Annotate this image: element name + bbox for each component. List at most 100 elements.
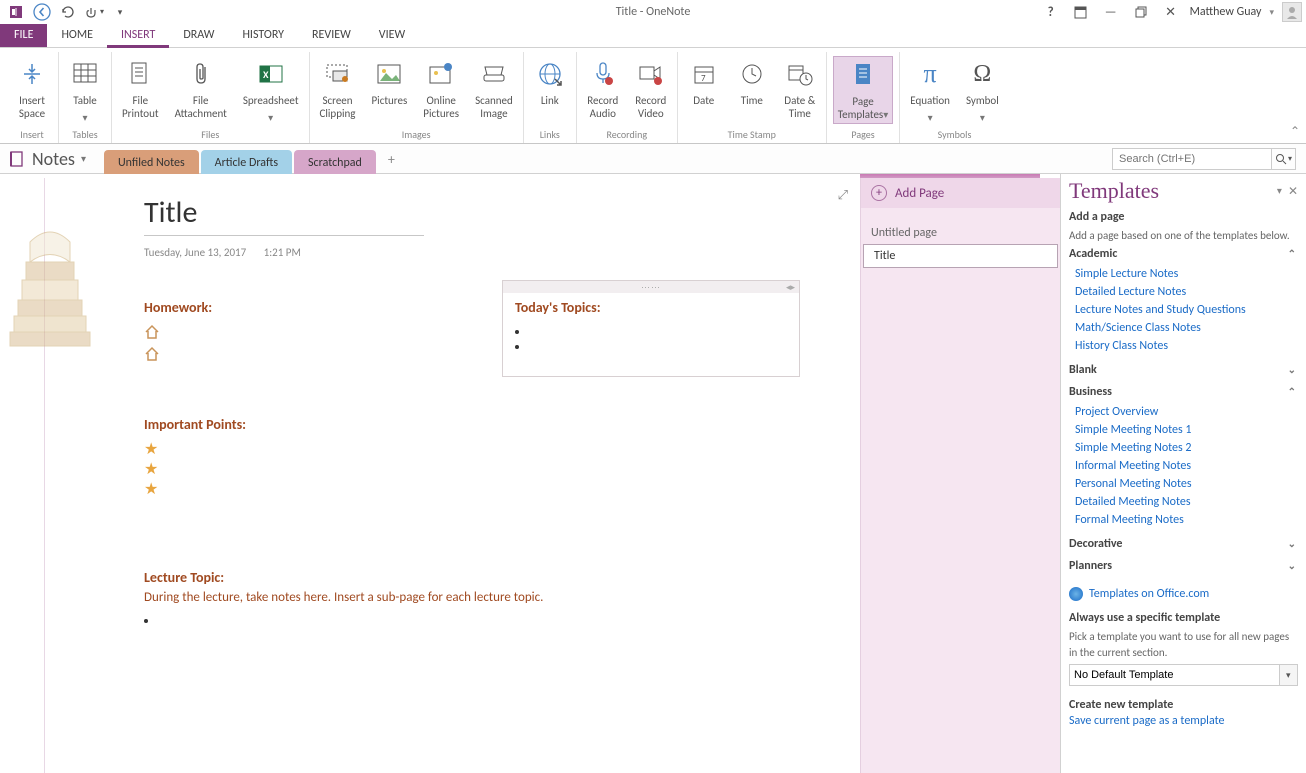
notebook-picker[interactable]: Notes ▾ [0,148,94,170]
date-button[interactable]: 7Date [684,56,724,109]
add-page-button[interactable]: + Add Page [861,178,1060,208]
tab-file[interactable]: FILE [0,23,47,47]
ribbon-tabs: FILE HOME INSERT DRAW HISTORY REVIEW VIE… [0,24,1306,48]
online-pictures-button[interactable]: Online Pictures [419,56,463,122]
time-button[interactable]: Time [732,56,772,109]
screen-clipping-button[interactable]: Screen Clipping [316,56,360,122]
globe-icon [1069,587,1083,601]
symbol-button[interactable]: ΩSymbol▾ [962,56,1003,126]
qat-customize-icon[interactable]: ▾ [108,1,132,23]
ribbon-collapse-icon[interactable]: ⌃ [1290,124,1300,139]
todays-topics-heading[interactable]: Today's Topics: [515,299,787,316]
svg-text:7: 7 [701,73,706,84]
scanned-image-button[interactable]: Scanned Image [471,56,517,122]
scanner-icon [478,58,510,90]
search-input[interactable] [1112,148,1272,170]
restore-icon[interactable] [1130,1,1152,23]
date-icon: 7 [688,58,720,90]
template-link[interactable]: Lecture Notes and Study Questions [1075,301,1298,319]
template-link[interactable]: Simple Lecture Notes [1075,265,1298,283]
select-dropdown-arrow[interactable]: ▾ [1280,664,1298,686]
page-item-untitled[interactable]: Untitled page [861,222,1060,244]
online-pictures-icon [425,58,457,90]
template-link[interactable]: History Class Notes [1075,337,1298,355]
quick-access-toolbar: ▾ ▾ [4,1,132,23]
section-tab-unfiled[interactable]: Unfiled Notes [104,150,199,174]
app-icon[interactable] [4,1,28,23]
table-button[interactable]: Table▾ [65,56,105,126]
page-item-title[interactable]: Title [863,244,1058,268]
template-link[interactable]: Formal Meeting Notes [1075,511,1298,529]
touch-mode-icon[interactable]: ▾ [82,1,106,23]
template-link[interactable]: Detailed Meeting Notes [1075,493,1298,511]
container-handle[interactable]: ⋯⋯ ◂▸ [503,281,799,293]
insert-space-button[interactable]: Insert Space [12,56,52,122]
user-name[interactable]: Matthew Guay [1190,5,1262,19]
lecture-topic-heading[interactable]: Lecture Topic: [144,569,784,586]
template-link[interactable]: Simple Meeting Notes 2 [1075,439,1298,457]
important-points-heading[interactable]: Important Points: [144,416,784,433]
insert-space-icon [16,58,48,90]
cat-decorative[interactable]: Decorative⌄ [1069,533,1298,555]
lecture-topic-body[interactable]: During the lecture, take notes here. Ins… [144,590,784,605]
spreadsheet-button[interactable]: XSpreadsheet▾ [239,56,303,126]
record-audio-button[interactable]: Record Audio [583,56,623,122]
section-tab-drafts[interactable]: Article Drafts [201,150,292,174]
record-video-button[interactable]: Record Video [631,56,671,122]
page-title[interactable]: Title [144,194,784,231]
cat-business[interactable]: Business⌃ [1069,381,1298,403]
template-link[interactable]: Project Overview [1075,403,1298,421]
pictures-button[interactable]: Pictures [367,56,411,109]
clock-icon [736,58,768,90]
undo-icon[interactable] [56,1,80,23]
minimize-icon[interactable]: — [1100,1,1122,23]
note-container[interactable]: ⋯⋯ ◂▸ Today's Topics: [502,280,800,377]
datetime-button[interactable]: Date & Time [780,56,820,122]
group-files-label: Files [201,126,219,143]
group-insert-label: Insert [20,126,44,143]
page-list: + Add Page Untitled page Title [860,178,1060,773]
link-button[interactable]: Link [530,56,570,109]
template-link[interactable]: Math/Science Class Notes [1075,319,1298,337]
fullscreen-icon[interactable]: ⤢ [838,188,848,203]
tab-draw[interactable]: DRAW [169,23,228,47]
page-body: Title Tuesday, June 13, 2017 1:21 PM Hom… [144,194,784,628]
tab-insert[interactable]: INSERT [107,24,169,48]
page-templates-button[interactable]: Page Templates▾ [833,56,894,124]
ribbon-display-options-icon[interactable] [1070,1,1092,23]
save-template-link[interactable]: Save current page as a template [1069,712,1298,730]
help-icon[interactable]: ? [1040,1,1062,23]
back-icon[interactable] [30,1,54,23]
avatar[interactable] [1282,2,1302,22]
svg-text:X: X [263,68,269,81]
templates-office-link[interactable]: Templates on Office.com [1069,587,1298,601]
panel-options-icon[interactable]: ▾ [1277,184,1282,199]
section-tabs: Unfiled Notes Article Drafts Scratchpad … [104,144,405,174]
file-attachment-button[interactable]: File Attachment [171,56,231,122]
notebook-icon [8,150,26,168]
tab-view[interactable]: VIEW [365,23,419,47]
tab-history[interactable]: HISTORY [228,23,298,47]
cat-blank[interactable]: Blank⌄ [1069,359,1298,381]
close-icon[interactable]: ✕ [1160,1,1182,23]
template-link[interactable]: Simple Meeting Notes 1 [1075,421,1298,439]
section-tab-scratchpad[interactable]: Scratchpad [294,150,376,174]
add-section-button[interactable]: + [378,145,405,174]
template-link[interactable]: Informal Meeting Notes [1075,457,1298,475]
titlebar: ▾ ▾ Title - OneNote ? — ✕ Matthew Guay ▾ [0,0,1306,24]
panel-close-icon[interactable]: ✕ [1288,184,1298,199]
tab-review[interactable]: REVIEW [298,23,365,47]
note-canvas[interactable]: ⤢ Title Tuesday, June 13, 2017 1:21 PM H… [0,174,860,773]
important-points-items[interactable]: ★ ★ ★ [144,439,784,499]
equation-button[interactable]: πEquation▾ [906,56,954,126]
tab-home[interactable]: HOME [47,23,107,47]
template-link[interactable]: Detailed Lecture Notes [1075,283,1298,301]
file-printout-button[interactable]: File Printout [118,56,163,122]
search-scope-button[interactable]: ▾ [1272,148,1296,170]
cat-academic[interactable]: Academic⌃ [1069,243,1298,265]
lecture-bullets[interactable] [158,613,784,628]
topics-bullets[interactable] [529,324,787,354]
default-template-select[interactable] [1069,664,1280,686]
cat-planners[interactable]: Planners⌄ [1069,555,1298,577]
template-link[interactable]: Personal Meeting Notes [1075,475,1298,493]
